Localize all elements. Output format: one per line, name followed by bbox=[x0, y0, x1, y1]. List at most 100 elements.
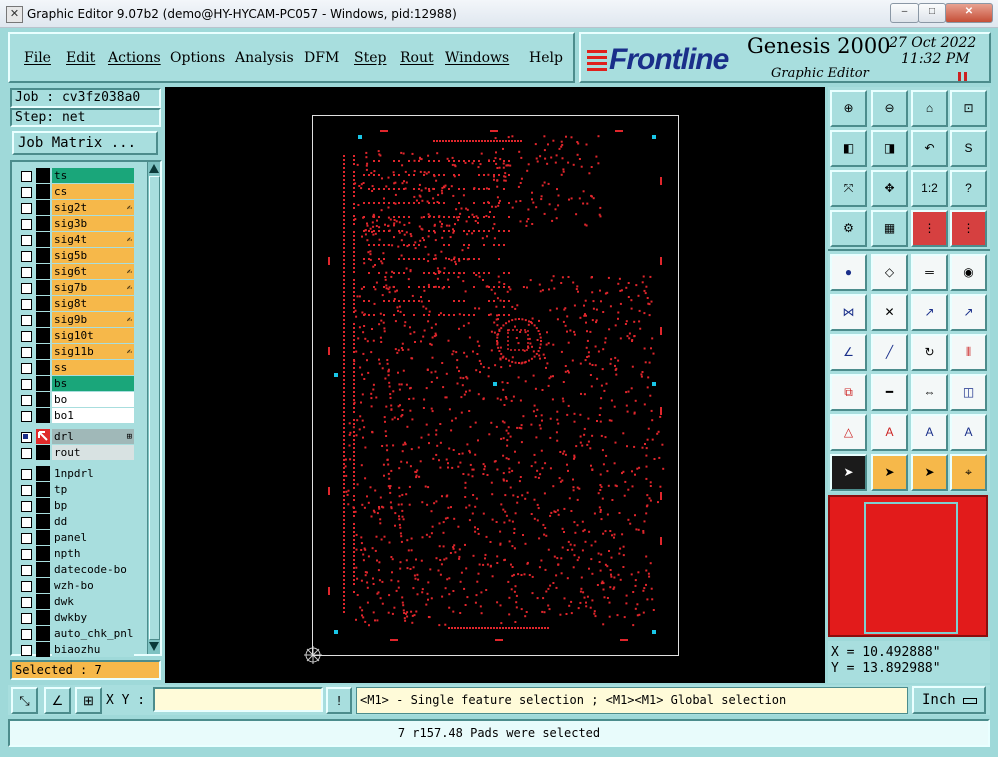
layer-name[interactable]: panel bbox=[52, 530, 134, 545]
zoom-out-icon[interactable]: ⊖ bbox=[871, 90, 908, 127]
layer-mode-cell[interactable] bbox=[36, 408, 50, 423]
layer-checkbox[interactable] bbox=[21, 395, 32, 406]
group-icon[interactable]: ◫ bbox=[950, 374, 987, 411]
layer-row-rout[interactable]: rout bbox=[16, 445, 134, 460]
text-icon[interactable]: A bbox=[871, 414, 908, 451]
move-icon[interactable]: ↗ bbox=[911, 294, 948, 331]
measure-mode-icon[interactable]: ∠ bbox=[44, 687, 71, 714]
scroll-up-icon[interactable] bbox=[149, 164, 159, 173]
layer-row-sig10t[interactable]: sig10t bbox=[16, 328, 134, 343]
layer-row-bo[interactable]: bo bbox=[16, 392, 134, 407]
layer-checkbox[interactable] bbox=[21, 187, 32, 198]
layer-name[interactable]: sig8t bbox=[52, 296, 134, 311]
layer-mode-cell[interactable] bbox=[36, 594, 50, 609]
layer-checkbox[interactable] bbox=[21, 171, 32, 182]
layer-mode-cell[interactable] bbox=[36, 610, 50, 625]
layer-mode-cell[interactable] bbox=[36, 312, 50, 327]
layer-name[interactable]: drl ⊞ bbox=[52, 429, 134, 444]
layer-row-sig2t[interactable]: sig2t ✍ bbox=[16, 200, 134, 215]
layer-row-npth[interactable]: npth bbox=[16, 546, 134, 561]
layer-name[interactable]: dd bbox=[52, 514, 134, 529]
layer-checkbox[interactable] bbox=[21, 597, 32, 608]
layer-name[interactable]: bo bbox=[52, 392, 134, 407]
layer-row-dwk[interactable]: dwk bbox=[16, 594, 134, 609]
layer-mode-cell[interactable] bbox=[36, 296, 50, 311]
layer-checkbox[interactable] bbox=[21, 363, 32, 374]
menu-windows[interactable]: Windows bbox=[445, 50, 509, 66]
layer-name[interactable]: sig5b bbox=[52, 248, 134, 263]
maximize-button[interactable]: □ bbox=[918, 3, 946, 23]
layer-row-sig6t[interactable]: sig6t ✍ bbox=[16, 264, 134, 279]
layer-checkbox[interactable] bbox=[21, 331, 32, 342]
layer-name[interactable]: sig7b ✍ bbox=[52, 280, 134, 295]
help-icon[interactable]: ? bbox=[950, 170, 987, 207]
connect-icon[interactable]: ⋈ bbox=[830, 294, 867, 331]
pan-left-icon[interactable]: ◧ bbox=[830, 130, 867, 167]
pause-icon[interactable] bbox=[958, 72, 967, 81]
layer-checkbox[interactable] bbox=[21, 517, 32, 528]
layer-checkbox[interactable] bbox=[21, 203, 32, 214]
layer-mode-cell[interactable] bbox=[36, 578, 50, 593]
layer-name[interactable]: auto_chk_pnl bbox=[52, 626, 134, 641]
layer-mode-cell[interactable] bbox=[36, 232, 50, 247]
slash-icon[interactable]: ╱ bbox=[871, 334, 908, 371]
layer-checkbox[interactable] bbox=[21, 629, 32, 640]
layer-row-sig7b[interactable]: sig7b ✍ bbox=[16, 280, 134, 295]
layer-checkbox[interactable] bbox=[21, 299, 32, 310]
menu-help[interactable]: Help bbox=[529, 50, 563, 66]
redraw-icon[interactable]: S bbox=[950, 130, 987, 167]
layer-name[interactable]: bs bbox=[52, 376, 134, 391]
layer-mode-cell[interactable] bbox=[36, 530, 50, 545]
pad-icon[interactable]: ◉ bbox=[950, 254, 987, 291]
layer-mode-cell[interactable] bbox=[36, 562, 50, 577]
menu-file[interactable]: File bbox=[24, 50, 51, 66]
xy-input[interactable] bbox=[153, 687, 323, 712]
layer-name[interactable]: sig11b ✍ bbox=[52, 344, 134, 359]
layer-row-ss[interactable]: ss bbox=[16, 360, 134, 375]
layer-row-datecode-bo[interactable]: datecode-bo bbox=[16, 562, 134, 577]
layer-mode-cell[interactable] bbox=[36, 184, 50, 199]
layer-row-bs[interactable]: bs bbox=[16, 376, 134, 391]
layer-row-bo1[interactable]: bo1 bbox=[16, 408, 134, 423]
layer-row-sig8t[interactable]: sig8t bbox=[16, 296, 134, 311]
layer-mode-cell[interactable] bbox=[36, 445, 50, 460]
layer-name[interactable]: ts bbox=[52, 168, 134, 183]
layer-checkbox[interactable] bbox=[21, 251, 32, 262]
layer-scrollbar[interactable] bbox=[147, 162, 160, 654]
layer-mode-cell[interactable] bbox=[36, 626, 50, 641]
layer-checkbox[interactable] bbox=[21, 267, 32, 278]
delete-feature-icon[interactable]: ✕ bbox=[871, 294, 908, 331]
snap-icon[interactable]: ⌖ bbox=[950, 454, 987, 491]
layer-row-sig5b[interactable]: sig5b bbox=[16, 248, 134, 263]
layer-name[interactable]: ss bbox=[52, 360, 134, 375]
menu-dfm[interactable]: DFM bbox=[304, 50, 339, 66]
mirror-icon[interactable]: ⫴ bbox=[950, 334, 987, 371]
move-2-icon[interactable]: ↗ bbox=[950, 294, 987, 331]
layer-mode-cell[interactable] bbox=[36, 498, 50, 513]
fit-icon[interactable]: ⤧ bbox=[830, 170, 867, 207]
layer-mode-cell[interactable] bbox=[36, 546, 50, 561]
copy-icon[interactable]: ⧉ bbox=[830, 374, 867, 411]
layer-checkbox[interactable] bbox=[21, 448, 32, 459]
close-button[interactable]: ✕ bbox=[945, 3, 993, 23]
add-shape-icon[interactable]: ◇ bbox=[871, 254, 908, 291]
layer-row-sig11b[interactable]: sig11b ✍ bbox=[16, 344, 134, 359]
layer-display-icon[interactable]: ⋮ bbox=[911, 210, 948, 247]
layer-row-drl[interactable]: drl ⊞ bbox=[16, 429, 134, 444]
layer-checkbox[interactable] bbox=[21, 235, 32, 246]
resize-icon[interactable]: ⇔ bbox=[911, 374, 948, 411]
layer-name[interactable]: sig2t ✍ bbox=[52, 200, 134, 215]
layer-checkbox[interactable] bbox=[21, 347, 32, 358]
layer-checkbox[interactable] bbox=[21, 501, 32, 512]
break-icon[interactable]: ━ bbox=[871, 374, 908, 411]
grid-snap-icon[interactable]: ⊞ bbox=[75, 687, 102, 714]
layer-mode-cell[interactable] bbox=[36, 482, 50, 497]
layer-name[interactable]: 1npdrl bbox=[52, 466, 134, 481]
layer-mode-cell[interactable] bbox=[36, 248, 50, 263]
layer-mode-cell[interactable] bbox=[36, 200, 50, 215]
layer-row-auto_chk_pnl[interactable]: auto_chk_pnl bbox=[16, 626, 134, 641]
layer-checkbox[interactable] bbox=[21, 283, 32, 294]
undo-view-icon[interactable]: ↶ bbox=[911, 130, 948, 167]
layer-name[interactable]: datecode-bo bbox=[52, 562, 134, 577]
job-matrix-button[interactable]: Job Matrix ... bbox=[12, 131, 158, 155]
